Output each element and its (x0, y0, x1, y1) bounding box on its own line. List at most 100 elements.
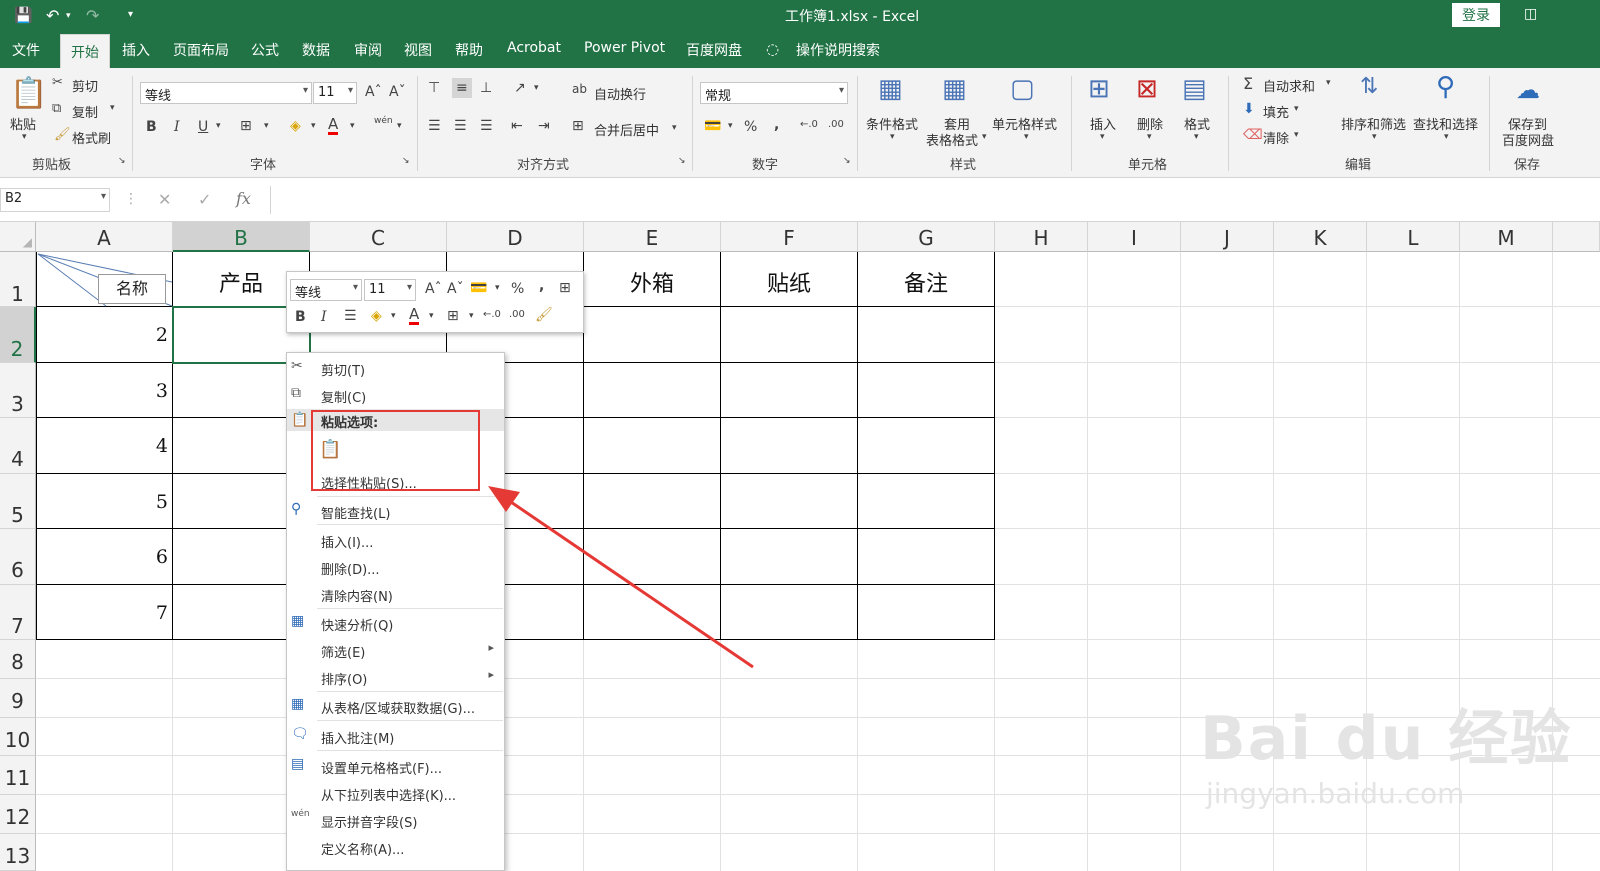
fill-color-icon[interactable]: ◈ (290, 118, 301, 134)
column-header-e[interactable]: E (584, 222, 721, 252)
cell-styles-button[interactable]: 单元格样式 (992, 114, 1057, 133)
tab-review[interactable]: 审阅 (354, 40, 382, 60)
delete-dropdown-icon[interactable]: ▾ (1147, 132, 1152, 142)
column-header-f[interactable]: F (721, 222, 858, 252)
row-header-3[interactable]: 3 (0, 363, 36, 418)
insert-cells-button[interactable]: 插入 (1090, 114, 1116, 133)
align-top-icon[interactable]: ⊤ (428, 80, 440, 96)
cell-e1[interactable]: 外箱 (584, 266, 720, 298)
mini-size-combo[interactable]: 11 ▾ (364, 279, 416, 301)
sort-dropdown-icon[interactable]: ▾ (1372, 132, 1377, 142)
copy-dropdown-icon[interactable]: ▾ (110, 103, 115, 113)
comma-style-button[interactable]: , (774, 117, 779, 133)
paste-icon[interactable]: 📋 (10, 76, 47, 111)
cut-icon[interactable]: ✂ (52, 75, 63, 90)
paste-label[interactable]: 粘贴 (10, 114, 36, 133)
column-header-m[interactable]: M (1460, 222, 1553, 252)
select-all-button[interactable]: ◢ (0, 222, 36, 252)
save-to-baidu-label-2[interactable]: 百度网盘 (1502, 130, 1554, 149)
format-painter-icon[interactable]: 🖌 (535, 307, 553, 323)
row-header-13[interactable]: 13 (0, 834, 36, 871)
mini-comma-button[interactable]: , (539, 278, 544, 294)
insert-function-button[interactable]: fx (236, 189, 251, 208)
column-header-g[interactable]: G (858, 222, 995, 252)
menu-item-copy[interactable]: ⧉ 复制(C) (287, 382, 504, 408)
increase-decimal-icon[interactable]: ←.0 (483, 309, 501, 320)
menu-item-define-name[interactable]: 定义名称(A)... (287, 834, 504, 860)
formula-input[interactable] (270, 186, 1600, 214)
row-header-2[interactable]: 2 (0, 307, 36, 363)
cond-dropdown-icon[interactable]: ▾ (890, 132, 895, 142)
orientation-icon[interactable]: ↗ (514, 80, 526, 96)
font-color-dropdown-icon[interactable]: ▾ (429, 311, 434, 321)
undo-dropdown-icon[interactable]: ▾ (66, 11, 71, 21)
wrap-text-icon[interactable]: ab (572, 82, 587, 96)
phonetic-dropdown-icon[interactable]: ▾ (397, 121, 402, 131)
tab-insert[interactable]: 插入 (122, 40, 150, 60)
cell-a1-textbox[interactable]: 名称 (98, 274, 166, 304)
confirm-entry-icon[interactable]: ✓ (198, 190, 211, 209)
format-as-table-icon[interactable]: ▦ (942, 74, 967, 104)
find-select-button[interactable]: 查找和选择 (1413, 114, 1478, 133)
menu-item-format-cells[interactable]: ▤ 设置单元格格式(F)... (287, 753, 504, 779)
mini-italic-button[interactable]: I (321, 309, 327, 325)
tab-data[interactable]: 数据 (302, 40, 330, 60)
cell-a2[interactable]: 2 (36, 324, 168, 346)
mini-percent-button[interactable]: % (511, 281, 524, 297)
dialog-launcher-icon[interactable]: ↘ (402, 156, 410, 166)
percent-style-button[interactable]: % (744, 119, 757, 135)
cut-button[interactable]: 剪切 (72, 76, 98, 95)
sort-filter-icon[interactable]: ⇅ (1360, 74, 1378, 99)
increase-decimal-button[interactable]: ←.0 (800, 119, 818, 130)
merge-center-icon[interactable]: ⊞ (572, 118, 584, 134)
paste-dropdown-icon[interactable]: ▾ (22, 132, 27, 142)
format-as-table-label-2[interactable]: 表格格式 (926, 130, 978, 149)
fill-color-icon[interactable]: ◈ (371, 308, 382, 324)
fill-button[interactable]: 填充 (1263, 102, 1289, 121)
name-box[interactable]: B2 ▾ (0, 188, 110, 212)
autosum-dropdown-icon[interactable]: ▾ (1326, 78, 1331, 88)
cell-a3[interactable]: 3 (36, 380, 168, 402)
font-size-combo[interactable]: 11 ▾ (313, 82, 357, 104)
undo-icon[interactable]: ↶ (46, 6, 59, 25)
row-header-7[interactable]: 7 (0, 585, 36, 640)
find-select-icon[interactable]: ⚲ (1436, 72, 1455, 102)
login-button[interactable]: 登录 (1452, 3, 1500, 27)
tell-me-search[interactable]: 操作说明搜索 (796, 40, 880, 60)
mini-font-combo[interactable]: 等线 ▾ (290, 279, 362, 301)
tab-baidu-netdisk[interactable]: 百度网盘 (686, 40, 742, 60)
cell-a5[interactable]: 5 (36, 491, 168, 513)
mini-center-icon[interactable]: ☰ (344, 308, 357, 324)
copy-button[interactable]: 复制 (72, 102, 98, 121)
align-center-icon[interactable]: ☰ (454, 118, 467, 134)
menu-item-pick-from-list[interactable]: 从下拉列表中选择(K)... (287, 780, 504, 806)
format-painter-icon[interactable]: 🖌 (54, 127, 71, 142)
merge-dropdown-icon[interactable]: ▾ (672, 123, 677, 133)
borders-dropdown-icon[interactable]: ▾ (469, 311, 474, 321)
baidu-cloud-icon[interactable]: ☁ (1516, 76, 1540, 104)
decrease-font-icon[interactable]: Aˇ (447, 281, 464, 297)
increase-font-icon[interactable]: Aˆ (425, 281, 442, 297)
column-header-l[interactable]: L (1367, 222, 1460, 252)
format-dropdown-icon[interactable]: ▾ (1194, 132, 1199, 142)
column-header-d[interactable]: D (447, 222, 584, 252)
fill-color-dropdown-icon[interactable]: ▾ (311, 121, 316, 131)
dialog-launcher-icon[interactable]: ↘ (678, 156, 686, 166)
accounting-format-icon[interactable]: 💳 (470, 280, 487, 296)
insert-cells-icon[interactable]: ⊞ (1088, 74, 1110, 104)
font-color-dropdown-icon[interactable]: ▾ (350, 121, 355, 131)
row-header-4[interactable]: 4 (0, 418, 36, 474)
borders-icon[interactable]: ⊞ (240, 118, 252, 134)
row-header-5[interactable]: 5 (0, 474, 36, 529)
cell-a6[interactable]: 6 (36, 546, 168, 568)
column-header-a[interactable]: A (36, 222, 173, 252)
accounting-dropdown-icon[interactable]: ▾ (495, 283, 500, 293)
conditional-formatting-button[interactable]: 条件格式 (866, 114, 918, 133)
insert-dropdown-icon[interactable]: ▾ (1100, 132, 1105, 142)
borders-icon[interactable]: ⊞ (447, 308, 459, 324)
table-dropdown-icon[interactable]: ▾ (982, 132, 987, 142)
save-icon[interactable]: 💾 (14, 6, 33, 24)
cell-f1[interactable]: 贴纸 (721, 266, 857, 298)
row-header-9[interactable]: 9 (0, 679, 36, 718)
menu-item-phonetic[interactable]: wén 显示拼音字段(S) (287, 807, 504, 833)
